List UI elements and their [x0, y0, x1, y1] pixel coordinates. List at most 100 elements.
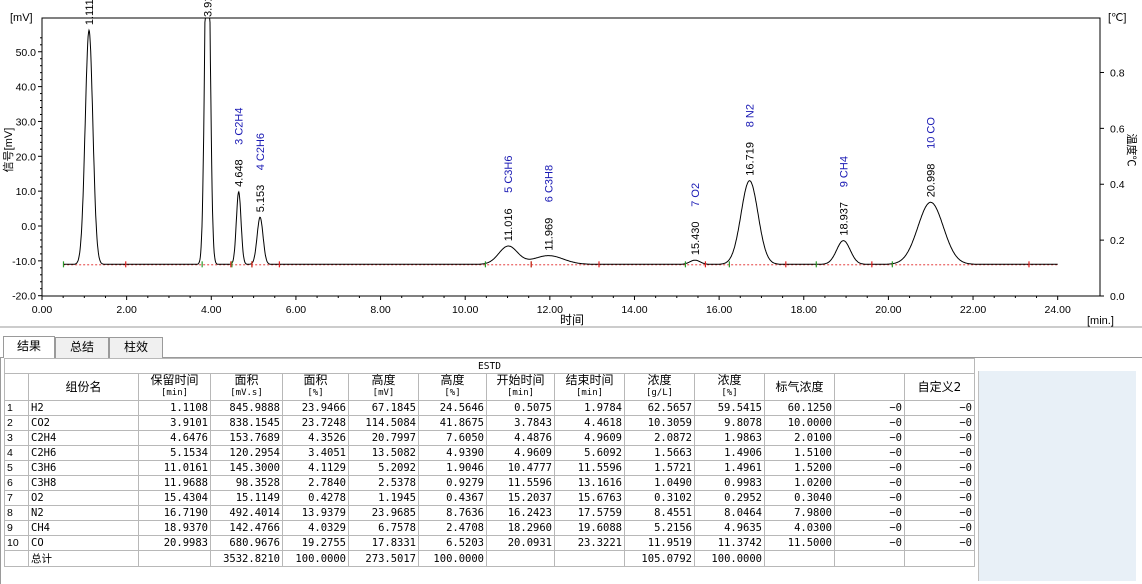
table-cell[interactable]: 23.7248 — [282, 415, 349, 431]
table-cell[interactable]: 0.2952 — [694, 490, 765, 506]
table-cell[interactable]: 3.9101 — [138, 415, 211, 431]
table-cell[interactable]: 120.2954 — [210, 445, 283, 461]
table-row[interactable]: 7 O2 15.4304 15.1149 0.4278 1.1945 0.4367 15.20… — [4, 490, 975, 506]
table-row[interactable]: 6 C3H8 11.9688 98.3528 2.7840 2.5378 0.9279 11.… — [4, 475, 975, 491]
table-row[interactable]: 10 CO 20.9983 680.9676 19.2755 17.8331 6.5203 2… — [4, 535, 975, 551]
column-header[interactable]: 保留时间 [min] — [138, 373, 211, 401]
table-cell[interactable]: −0 — [834, 505, 905, 521]
table-cell[interactable]: 11.5596 — [486, 475, 555, 491]
table-cell[interactable]: 67.1845 — [348, 400, 419, 416]
tab-summary[interactable]: 总结 — [55, 337, 109, 358]
table-cell[interactable]: 1.5200 — [764, 460, 835, 476]
row-number[interactable]: 3 — [4, 430, 29, 446]
table-cell[interactable] — [764, 550, 835, 567]
table-cell[interactable]: 9.8078 — [694, 415, 765, 431]
tab-column-efficiency[interactable]: 柱效 — [109, 337, 163, 358]
table-cell[interactable]: 680.9676 — [210, 535, 283, 551]
table-cell[interactable]: 0.9279 — [418, 475, 487, 491]
table-cell[interactable]: 1.0200 — [764, 475, 835, 491]
table-cell[interactable] — [904, 550, 975, 567]
table-cell[interactable]: −0 — [904, 505, 975, 521]
table-cell[interactable]: 3.7843 — [486, 415, 555, 431]
table-cell[interactable]: 0.9983 — [694, 475, 765, 491]
column-header[interactable]: 标气浓度 — [764, 373, 835, 401]
column-header[interactable]: 浓度 [g/L] — [624, 373, 695, 401]
component-name-cell[interactable]: C3H8 — [28, 475, 139, 491]
table-cell[interactable]: 18.9370 — [138, 520, 211, 536]
row-number[interactable]: 5 — [4, 460, 29, 476]
column-header[interactable] — [834, 373, 905, 401]
table-cell[interactable]: 10.3059 — [624, 415, 695, 431]
component-name-cell[interactable]: C2H6 — [28, 445, 139, 461]
table-row[interactable]: 3 C2H4 4.6476 153.7689 4.3526 20.7997 7.6050 4.… — [4, 430, 975, 446]
table-cell[interactable]: 4.9609 — [486, 445, 555, 461]
component-name-cell[interactable]: C2H4 — [28, 430, 139, 446]
component-name-cell[interactable]: 总计 — [28, 550, 139, 567]
table-cell[interactable]: 1.4961 — [694, 460, 765, 476]
table-cell[interactable]: −0 — [834, 490, 905, 506]
table-cell[interactable] — [486, 550, 555, 567]
table-cell[interactable]: 23.3221 — [554, 535, 625, 551]
table-cell[interactable]: 1.4906 — [694, 445, 765, 461]
table-cell[interactable]: 100.0000 — [282, 550, 349, 567]
column-header[interactable]: 组份名 — [28, 373, 139, 401]
chromatogram-chart[interactable]: -20.0 -10.0 0.0 10.0 20.0 30.0 40.0 50.0 0.0 0.2 0… — [0, 0, 1142, 330]
table-cell[interactable]: 11.5596 — [554, 460, 625, 476]
table-cell[interactable]: 8.4551 — [624, 505, 695, 521]
table-cell[interactable]: 8.0464 — [694, 505, 765, 521]
table-cell[interactable]: 4.0300 — [764, 520, 835, 536]
table-cell[interactable]: 5.1534 — [138, 445, 211, 461]
table-cell[interactable]: 60.1250 — [764, 400, 835, 416]
column-header[interactable]: 开始时间 [min] — [486, 373, 555, 401]
table-cell[interactable]: −0 — [904, 430, 975, 446]
row-number[interactable]: 8 — [4, 505, 29, 521]
table-cell[interactable]: 15.1149 — [210, 490, 283, 506]
table-row[interactable]: 8 N2 16.7190 492.4014 13.9379 23.9685 8.7636 1… — [4, 505, 975, 521]
table-cell[interactable]: 17.5759 — [554, 505, 625, 521]
component-name-cell[interactable]: H2 — [28, 400, 139, 416]
column-header[interactable]: 面积 [mV.s] — [210, 373, 283, 401]
table-cell[interactable]: 4.9609 — [554, 430, 625, 446]
table-cell[interactable]: 10.4777 — [486, 460, 555, 476]
table-cell[interactable]: −0 — [834, 535, 905, 551]
table-cell[interactable]: 838.1545 — [210, 415, 283, 431]
table-cell[interactable]: 2.7840 — [282, 475, 349, 491]
table-row[interactable]: 5 C3H6 11.0161 145.3000 4.1129 5.2092 1.9046 10… — [4, 460, 975, 476]
table-cell[interactable]: 6.5203 — [418, 535, 487, 551]
table-cell[interactable]: 100.0000 — [418, 550, 487, 567]
row-number[interactable] — [4, 550, 29, 567]
table-cell[interactable]: 18.2960 — [486, 520, 555, 536]
column-header[interactable]: 高度 [mV] — [348, 373, 419, 401]
table-cell[interactable]: 1.5721 — [624, 460, 695, 476]
table-cell[interactable]: 4.1129 — [282, 460, 349, 476]
table-cell[interactable]: 7.6050 — [418, 430, 487, 446]
table-cell[interactable]: 23.9466 — [282, 400, 349, 416]
table-cell[interactable]: 16.7190 — [138, 505, 211, 521]
table-cell[interactable]: 0.3040 — [764, 490, 835, 506]
table-cell[interactable]: 19.6088 — [554, 520, 625, 536]
tab-results[interactable]: 结果 — [3, 336, 55, 358]
table-cell[interactable]: 1.1108 — [138, 400, 211, 416]
table-cell[interactable]: 59.5415 — [694, 400, 765, 416]
table-cell[interactable] — [834, 550, 905, 567]
results-table[interactable]: ESTD 组份名 保留时间 [min] 面积 [mV.s] 面积 [%] 高度 [mV] 高度 [%]… — [4, 358, 975, 567]
table-cell[interactable]: 5.2092 — [348, 460, 419, 476]
table-cell[interactable]: 13.9379 — [282, 505, 349, 521]
table-cell[interactable]: 1.9046 — [418, 460, 487, 476]
total-row[interactable]: 总计 3532.8210 100.0000 273.5017 100.0000 105.0… — [4, 550, 975, 567]
table-cell[interactable] — [554, 550, 625, 567]
table-cell[interactable]: 24.5646 — [418, 400, 487, 416]
table-row[interactable]: 9 CH4 18.9370 142.4766 4.0329 6.7578 2.4708 18.… — [4, 520, 975, 536]
table-cell[interactable]: 41.8675 — [418, 415, 487, 431]
table-cell[interactable]: 4.6476 — [138, 430, 211, 446]
table-cell[interactable]: −0 — [904, 475, 975, 491]
row-number[interactable]: 4 — [4, 445, 29, 461]
table-cell[interactable]: 1.9784 — [554, 400, 625, 416]
table-cell[interactable]: 4.9635 — [694, 520, 765, 536]
table-cell[interactable]: 2.0100 — [764, 430, 835, 446]
component-name-cell[interactable]: N2 — [28, 505, 139, 521]
table-cell[interactable]: −0 — [834, 400, 905, 416]
table-cell[interactable]: 5.2156 — [624, 520, 695, 536]
table-cell[interactable]: 273.5017 — [348, 550, 419, 567]
table-cell[interactable]: 845.9888 — [210, 400, 283, 416]
